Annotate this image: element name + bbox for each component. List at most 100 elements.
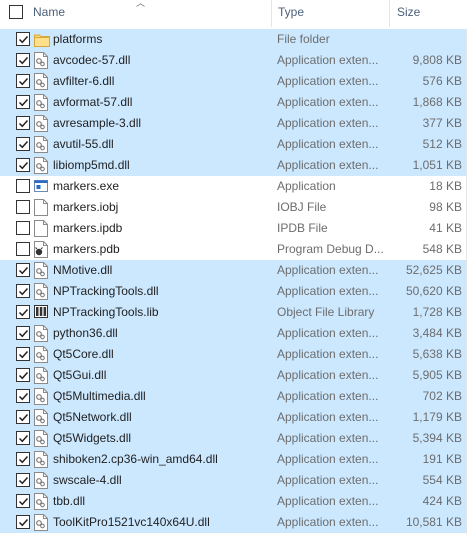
file-name[interactable]: NPTrackingTools.lib	[53, 302, 159, 323]
row-checkbox[interactable]	[16, 515, 30, 529]
row-checkbox[interactable]	[16, 431, 30, 445]
file-type: File folder	[277, 32, 330, 46]
row-checkbox[interactable]	[16, 95, 30, 109]
file-type: Application exten...	[277, 95, 379, 109]
file-size: 1,868 KB	[412, 95, 462, 109]
file-size: 1,179 KB	[412, 410, 462, 424]
file-name[interactable]: markers.ipdb	[53, 218, 122, 239]
file-row[interactable]: Qt5Widgets.dll Application exten... 5,394 …	[0, 428, 466, 449]
column-divider[interactable]	[389, 0, 390, 27]
file-name[interactable]: Qt5Core.dll	[53, 344, 114, 365]
file-name[interactable]: python36.dll	[53, 323, 118, 344]
row-checkbox[interactable]	[16, 74, 30, 88]
file-row[interactable]: Qt5Multimedia.dll Application exten... 702…	[0, 386, 466, 407]
column-header-type[interactable]: Type	[278, 0, 304, 27]
file-name[interactable]: Qt5Multimedia.dll	[53, 386, 146, 407]
dll-icon	[34, 52, 48, 69]
file-row[interactable]: avfilter-6.dll Application exten... 576 KB	[0, 71, 466, 92]
file-type: Object File Library	[277, 305, 375, 319]
file-name[interactable]: libiomp5md.dll	[53, 155, 130, 176]
file-type: Application exten...	[277, 347, 379, 361]
file-row[interactable]: Qt5Gui.dll Application exten... 5,905 KB	[0, 365, 466, 386]
row-checkbox[interactable]	[16, 116, 30, 130]
file-name[interactable]: avresample-3.dll	[53, 113, 141, 134]
file-name[interactable]: ToolKitPro1521vc140x64U.dll	[53, 512, 210, 533]
dll-icon	[34, 346, 48, 363]
row-checkbox[interactable]	[16, 452, 30, 466]
file-row[interactable]: avformat-57.dll Application exten... 1,868…	[0, 92, 466, 113]
file-row[interactable]: python36.dll Application exten... 3,484 KB	[0, 323, 466, 344]
file-icon	[34, 199, 48, 216]
file-row[interactable]: avcodec-57.dll Application exten... 9,808 …	[0, 50, 466, 71]
file-row[interactable]: avresample-3.dll Application exten... 377 …	[0, 113, 466, 134]
file-row[interactable]: ToolKitPro1521vc140x64U.dll Application e…	[0, 512, 466, 533]
row-checkbox[interactable]	[16, 242, 30, 256]
file-name[interactable]: Qt5Network.dll	[53, 407, 132, 428]
file-row[interactable]: Qt5Network.dll Application exten... 1,179 …	[0, 407, 466, 428]
row-checkbox[interactable]	[16, 32, 30, 46]
file-name[interactable]: NMotive.dll	[53, 260, 112, 281]
column-header-name[interactable]: Name	[33, 0, 65, 27]
file-row[interactable]: NMotive.dll Application exten... 52,625 KB	[0, 260, 466, 281]
column-divider[interactable]	[271, 0, 272, 27]
file-row[interactable]: shiboken2.cp36-win_amd64.dll Application …	[0, 449, 466, 470]
file-name[interactable]: markers.pdb	[53, 239, 120, 260]
dll-icon	[34, 115, 48, 132]
dll-icon	[34, 388, 48, 405]
file-type: Application exten...	[277, 515, 379, 529]
file-name[interactable]: platforms	[53, 29, 102, 50]
file-name[interactable]: NPTrackingTools.dll	[53, 281, 159, 302]
row-checkbox[interactable]	[16, 221, 30, 235]
dll-icon	[34, 325, 48, 342]
row-checkbox[interactable]	[16, 326, 30, 340]
pdb-icon	[34, 241, 48, 258]
file-name[interactable]: avformat-57.dll	[53, 92, 132, 113]
file-row[interactable]: NPTrackingTools.lib Object File Library 1,…	[0, 302, 466, 323]
dll-icon	[34, 472, 48, 489]
file-row[interactable]: markers.iobj IOBJ File 98 KB	[0, 197, 466, 218]
file-size: 41 KB	[429, 221, 462, 235]
row-checkbox[interactable]	[16, 263, 30, 277]
file-size: 548 KB	[422, 242, 462, 256]
row-checkbox[interactable]	[16, 53, 30, 67]
file-size: 377 KB	[422, 116, 462, 130]
file-row[interactable]: markers.pdb Program Debug D... 548 KB	[0, 239, 466, 260]
file-name[interactable]: markers.iobj	[53, 197, 118, 218]
column-header-size[interactable]: Size	[397, 0, 420, 27]
file-name[interactable]: swscale-4.dll	[53, 470, 122, 491]
row-checkbox[interactable]	[16, 179, 30, 193]
file-size: 50,620 KB	[405, 284, 462, 298]
row-checkbox[interactable]	[16, 368, 30, 382]
row-checkbox[interactable]	[16, 347, 30, 361]
file-row[interactable]: markers.ipdb IPDB File 41 KB	[0, 218, 466, 239]
file-row[interactable]: tbb.dll Application exten... 424 KB	[0, 491, 466, 512]
row-checkbox[interactable]	[16, 494, 30, 508]
file-row[interactable]: avutil-55.dll Application exten... 512 KB	[0, 134, 466, 155]
file-name[interactable]: avfilter-6.dll	[53, 71, 114, 92]
file-name[interactable]: shiboken2.cp36-win_amd64.dll	[53, 449, 218, 470]
row-checkbox[interactable]	[16, 137, 30, 151]
file-row[interactable]: swscale-4.dll Application exten... 554 KB	[0, 470, 466, 491]
file-row[interactable]: libiomp5md.dll Application exten... 1,051 …	[0, 155, 466, 176]
file-row[interactable]: markers.exe Application 18 KB	[0, 176, 466, 197]
file-row[interactable]: NPTrackingTools.dll Application exten... 5…	[0, 281, 466, 302]
row-checkbox[interactable]	[16, 200, 30, 214]
row-checkbox[interactable]	[16, 305, 30, 319]
file-explorer-list: Name ︿ Type Size platforms File folder avc…	[0, 0, 476, 539]
row-checkbox[interactable]	[16, 158, 30, 172]
file-name[interactable]: Qt5Gui.dll	[53, 365, 106, 386]
file-type: Application exten...	[277, 410, 379, 424]
select-all-checkbox[interactable]	[9, 5, 23, 19]
file-row[interactable]: Qt5Core.dll Application exten... 5,638 KB	[0, 344, 466, 365]
row-checkbox[interactable]	[16, 410, 30, 424]
file-name[interactable]: markers.exe	[53, 176, 119, 197]
row-checkbox[interactable]	[16, 473, 30, 487]
file-name[interactable]: avutil-55.dll	[53, 134, 114, 155]
file-name[interactable]: Qt5Widgets.dll	[53, 428, 131, 449]
file-name[interactable]: tbb.dll	[53, 491, 85, 512]
file-type: Application exten...	[277, 116, 379, 130]
file-row[interactable]: platforms File folder	[0, 29, 466, 50]
file-name[interactable]: avcodec-57.dll	[53, 50, 130, 71]
row-checkbox[interactable]	[16, 284, 30, 298]
row-checkbox[interactable]	[16, 389, 30, 403]
